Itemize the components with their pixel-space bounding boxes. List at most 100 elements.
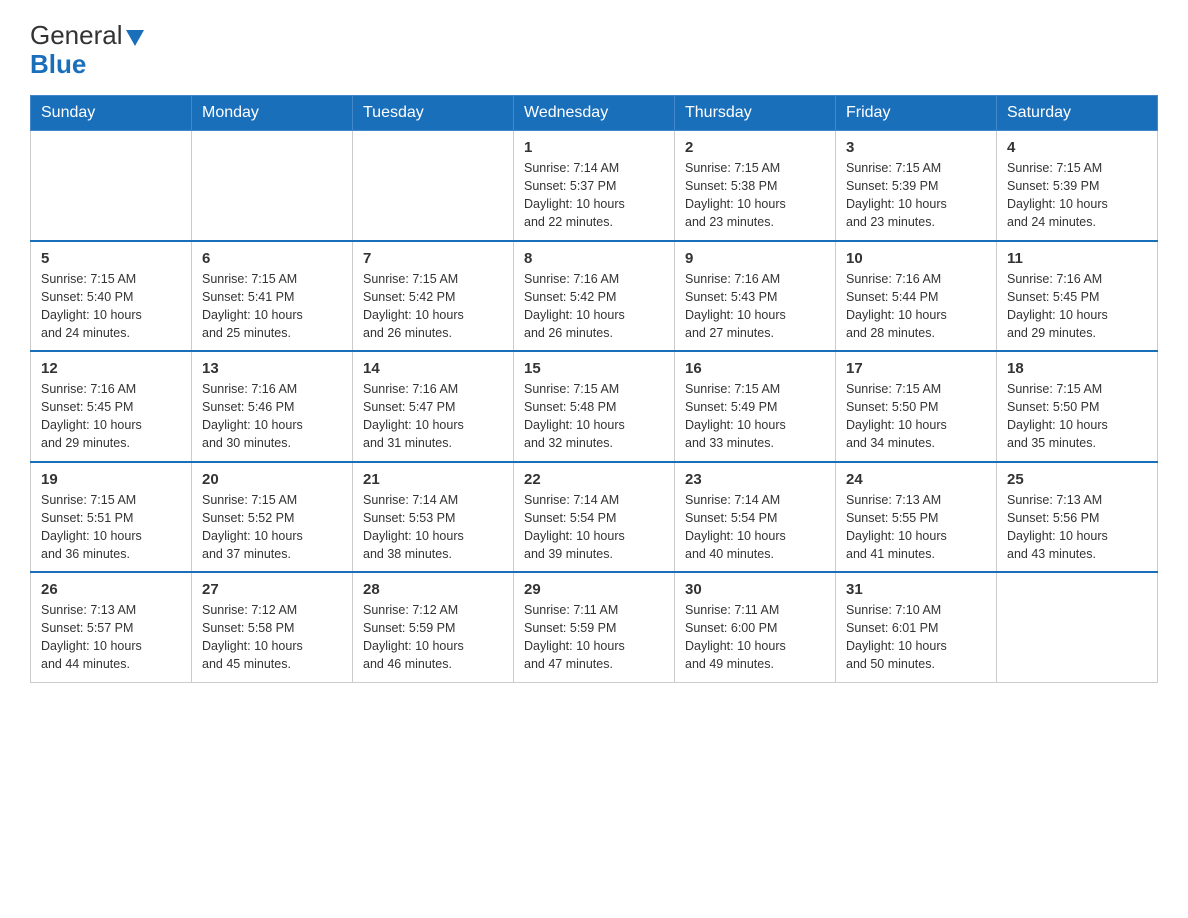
- calendar-cell: 3Sunrise: 7:15 AM Sunset: 5:39 PM Daylig…: [836, 131, 997, 241]
- week-row-4: 19 Sunrise: 7:15 AM Sunset: 5:51 PM Dayli…: [31, 462, 1158, 573]
- col-header-tuesday: Tuesday: [353, 96, 514, 131]
- calendar-cell: 24Sunrise: 7:13 AM Sunset: 5:55 PM Dayli…: [836, 462, 997, 573]
- calendar-cell: 13 Sunrise: 7:16 AM Sunset: 5:46 PM Dayli…: [192, 351, 353, 462]
- calendar-cell: [192, 131, 353, 241]
- day-info: Sunrise: 7:15 AM Sunset: 5:50 PM Dayligh…: [1007, 380, 1147, 453]
- day-number: 22: [524, 471, 664, 488]
- day-info: Sunrise: 7:13 AM Sunset: 5:56 PM Dayligh…: [1007, 491, 1147, 564]
- col-header-friday: Friday: [836, 96, 997, 131]
- week-row-2: 5 Sunrise: 7:15 AM Sunset: 5:40 PM Daylig…: [31, 241, 1158, 352]
- day-info: Sunrise: 7:14 AM Sunset: 5:37 PM Dayligh…: [524, 159, 664, 232]
- logo-blue-text: Blue: [30, 49, 86, 80]
- day-info: Sunrise: 7:15 AM Sunset: 5:52 PM Dayligh…: [202, 491, 342, 564]
- calendar-cell: 8 Sunrise: 7:16 AM Sunset: 5:42 PM Daylig…: [514, 241, 675, 352]
- calendar-cell: [353, 131, 514, 241]
- day-info: Sunrise: 7:12 AM Sunset: 5:58 PM Dayligh…: [202, 601, 342, 674]
- day-info: Sunrise: 7:11 AM Sunset: 6:00 PM Dayligh…: [685, 601, 825, 674]
- logo-line: General: [30, 20, 144, 51]
- day-info: Sunrise: 7:15 AM Sunset: 5:48 PM Dayligh…: [524, 380, 664, 453]
- day-info: Sunrise: 7:15 AM Sunset: 5:50 PM Dayligh…: [846, 380, 986, 453]
- calendar-cell: 29 Sunrise: 7:11 AM Sunset: 5:59 PM Dayli…: [514, 572, 675, 682]
- week-row-1: 1 Sunrise: 7:14 AM Sunset: 5:37 PM Daylig…: [31, 131, 1158, 241]
- col-header-thursday: Thursday: [675, 96, 836, 131]
- day-number: 8: [524, 250, 664, 267]
- calendar-cell: 30 Sunrise: 7:11 AM Sunset: 6:00 PM Dayli…: [675, 572, 836, 682]
- col-header-wednesday: Wednesday: [514, 96, 675, 131]
- day-info: Sunrise: 7:15 AM Sunset: 5:42 PM Dayligh…: [363, 270, 503, 343]
- day-number: 25: [1007, 471, 1147, 488]
- calendar-cell: 1 Sunrise: 7:14 AM Sunset: 5:37 PM Daylig…: [514, 131, 675, 241]
- day-info: Sunrise: 7:16 AM Sunset: 5:45 PM Dayligh…: [1007, 270, 1147, 343]
- day-info: Sunrise: 7:14 AM Sunset: 5:54 PM Dayligh…: [524, 491, 664, 564]
- logo-general-text: General: [30, 20, 123, 51]
- day-info: Sunrise: 7:13 AM Sunset: 5:55 PM Dayligh…: [846, 491, 986, 564]
- calendar-cell: 26 Sunrise: 7:13 AM Sunset: 5:57 PM Dayli…: [31, 572, 192, 682]
- day-info: Sunrise: 7:16 AM Sunset: 5:43 PM Dayligh…: [685, 270, 825, 343]
- day-info: Sunrise: 7:16 AM Sunset: 5:47 PM Dayligh…: [363, 380, 503, 453]
- col-header-monday: Monday: [192, 96, 353, 131]
- calendar-cell: 19 Sunrise: 7:15 AM Sunset: 5:51 PM Dayli…: [31, 462, 192, 573]
- day-number: 19: [41, 471, 181, 488]
- logo-area: General Blue: [30, 20, 144, 80]
- calendar-cell: 15Sunrise: 7:15 AM Sunset: 5:48 PM Dayli…: [514, 351, 675, 462]
- day-info: Sunrise: 7:15 AM Sunset: 5:40 PM Dayligh…: [41, 270, 181, 343]
- calendar-cell: 5 Sunrise: 7:15 AM Sunset: 5:40 PM Daylig…: [31, 241, 192, 352]
- col-header-sunday: Sunday: [31, 96, 192, 131]
- day-number: 27: [202, 581, 342, 598]
- col-header-saturday: Saturday: [997, 96, 1158, 131]
- calendar-cell: 23Sunrise: 7:14 AM Sunset: 5:54 PM Dayli…: [675, 462, 836, 573]
- day-info: Sunrise: 7:10 AM Sunset: 6:01 PM Dayligh…: [846, 601, 986, 674]
- day-number: 21: [363, 471, 503, 488]
- day-info: Sunrise: 7:13 AM Sunset: 5:57 PM Dayligh…: [41, 601, 181, 674]
- day-number: 6: [202, 250, 342, 267]
- day-info: Sunrise: 7:16 AM Sunset: 5:44 PM Dayligh…: [846, 270, 986, 343]
- day-number: 17: [846, 360, 986, 377]
- day-number: 1: [524, 139, 664, 156]
- day-number: 26: [41, 581, 181, 598]
- day-info: Sunrise: 7:15 AM Sunset: 5:51 PM Dayligh…: [41, 491, 181, 564]
- day-info: Sunrise: 7:16 AM Sunset: 5:45 PM Dayligh…: [41, 380, 181, 453]
- calendar-cell: 28 Sunrise: 7:12 AM Sunset: 5:59 PM Dayli…: [353, 572, 514, 682]
- header-area: General Blue: [30, 20, 1158, 80]
- day-info: Sunrise: 7:14 AM Sunset: 5:54 PM Dayligh…: [685, 491, 825, 564]
- calendar-cell: 7 Sunrise: 7:15 AM Sunset: 5:42 PM Daylig…: [353, 241, 514, 352]
- day-number: 30: [685, 581, 825, 598]
- day-number: 29: [524, 581, 664, 598]
- day-number: 20: [202, 471, 342, 488]
- day-info: Sunrise: 7:12 AM Sunset: 5:59 PM Dayligh…: [363, 601, 503, 674]
- day-number: 3: [846, 139, 986, 156]
- calendar-table: SundayMondayTuesdayWednesdayThursdayFrid…: [30, 95, 1158, 683]
- day-info: Sunrise: 7:14 AM Sunset: 5:53 PM Dayligh…: [363, 491, 503, 564]
- week-row-3: 12 Sunrise: 7:16 AM Sunset: 5:45 PM Dayli…: [31, 351, 1158, 462]
- day-number: 7: [363, 250, 503, 267]
- calendar-cell: 6 Sunrise: 7:15 AM Sunset: 5:41 PM Daylig…: [192, 241, 353, 352]
- logo-triangle-icon: [126, 30, 144, 46]
- day-info: Sunrise: 7:11 AM Sunset: 5:59 PM Dayligh…: [524, 601, 664, 674]
- day-number: 10: [846, 250, 986, 267]
- calendar-cell: 12 Sunrise: 7:16 AM Sunset: 5:45 PM Dayli…: [31, 351, 192, 462]
- day-number: 9: [685, 250, 825, 267]
- calendar-cell: 17 Sunrise: 7:15 AM Sunset: 5:50 PM Dayli…: [836, 351, 997, 462]
- day-info: Sunrise: 7:16 AM Sunset: 5:46 PM Dayligh…: [202, 380, 342, 453]
- day-number: 31: [846, 581, 986, 598]
- calendar-cell: 27 Sunrise: 7:12 AM Sunset: 5:58 PM Dayli…: [192, 572, 353, 682]
- calendar-cell: 9 Sunrise: 7:16 AM Sunset: 5:43 PM Daylig…: [675, 241, 836, 352]
- calendar-cell: 14 Sunrise: 7:16 AM Sunset: 5:47 PM Dayli…: [353, 351, 514, 462]
- calendar-cell: 20 Sunrise: 7:15 AM Sunset: 5:52 PM Dayli…: [192, 462, 353, 573]
- day-info: Sunrise: 7:16 AM Sunset: 5:42 PM Dayligh…: [524, 270, 664, 343]
- day-number: 12: [41, 360, 181, 377]
- day-number: 28: [363, 581, 503, 598]
- day-info: Sunrise: 7:15 AM Sunset: 5:41 PM Dayligh…: [202, 270, 342, 343]
- day-number: 16: [685, 360, 825, 377]
- header-row: SundayMondayTuesdayWednesdayThursdayFrid…: [31, 96, 1158, 131]
- day-info: Sunrise: 7:15 AM Sunset: 5:38 PM Dayligh…: [685, 159, 825, 232]
- day-number: 14: [363, 360, 503, 377]
- day-info: Sunrise: 7:15 AM Sunset: 5:49 PM Dayligh…: [685, 380, 825, 453]
- day-number: 2: [685, 139, 825, 156]
- calendar-cell: 4Sunrise: 7:15 AM Sunset: 5:39 PM Daylig…: [997, 131, 1158, 241]
- day-number: 5: [41, 250, 181, 267]
- calendar-cell: [31, 131, 192, 241]
- week-row-5: 26 Sunrise: 7:13 AM Sunset: 5:57 PM Dayli…: [31, 572, 1158, 682]
- day-number: 11: [1007, 250, 1147, 267]
- day-number: 13: [202, 360, 342, 377]
